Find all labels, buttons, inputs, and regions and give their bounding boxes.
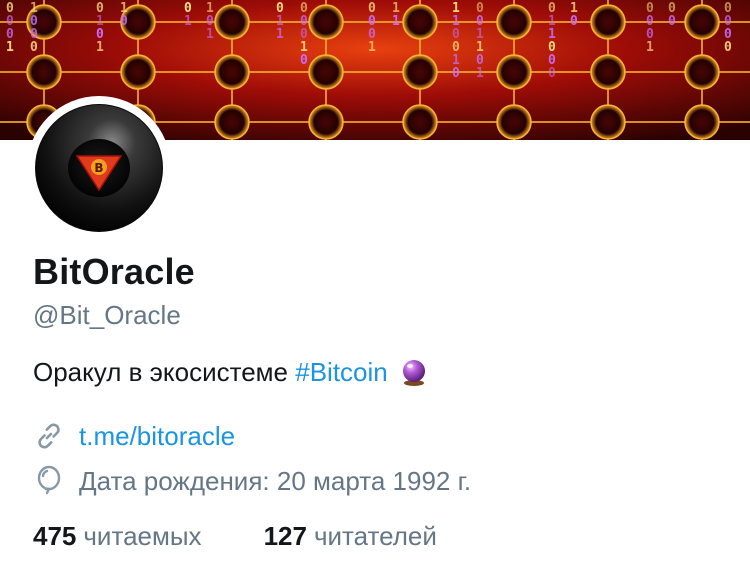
following-stat-link[interactable]: 475 читаемых [33, 519, 202, 553]
following-count: 475 [33, 521, 77, 551]
avatar-frame: B [27, 96, 171, 240]
svg-text:0: 0 [120, 14, 128, 29]
bio-hashtag-link[interactable]: #Bitcoin [295, 357, 388, 387]
following-label: читаемых [83, 521, 202, 551]
svg-text:0: 0 [548, 66, 556, 81]
svg-text:0: 0 [300, 53, 308, 68]
profile-website-link[interactable]: t.me/bitoracle [79, 419, 235, 453]
link-icon [33, 420, 65, 452]
svg-text:1: 1 [392, 14, 400, 29]
bio-text: Оракул в экосистеме [33, 357, 288, 387]
profile-display-name: BitOracle [33, 251, 195, 292]
svg-text:1: 1 [184, 14, 192, 29]
svg-text:1: 1 [96, 40, 104, 55]
svg-text:0: 0 [668, 14, 676, 29]
profile-website-row: t.me/bitoracle [33, 419, 235, 453]
svg-text:1: 1 [476, 66, 484, 81]
svg-text:0: 0 [724, 40, 732, 55]
profile-stats: 475 читаемых 127 читателей [33, 519, 437, 553]
svg-text:1: 1 [646, 40, 654, 55]
followers-label: читателей [313, 521, 437, 551]
svg-text:0: 0 [570, 14, 578, 29]
svg-text:0: 0 [452, 66, 460, 81]
crystal-ball-icon [400, 358, 428, 395]
svg-text:1: 1 [6, 40, 14, 55]
profile-page: 0001100001011001101011000100001111100100… [0, 0, 750, 569]
balloon-icon [33, 465, 65, 497]
profile-birthday-text: Дата рождения: 20 марта 1992 г. [79, 466, 472, 496]
profile-bio: Оракул в экосистеме #Bitcoin [33, 354, 428, 395]
profile-birthday-row: Дата рождения: 20 марта 1992 г. [33, 464, 471, 498]
avatar[interactable]: B [35, 104, 163, 232]
profile-handle: @Bit_Oracle [33, 300, 181, 330]
followers-count: 127 [263, 521, 307, 551]
svg-text:1: 1 [276, 27, 284, 42]
avatar-logo-letter: B [94, 161, 103, 175]
svg-text:1: 1 [206, 27, 214, 42]
svg-text:0: 0 [30, 40, 38, 55]
followers-stat-link[interactable]: 127 читателей [264, 519, 437, 553]
svg-text:1: 1 [368, 40, 376, 55]
